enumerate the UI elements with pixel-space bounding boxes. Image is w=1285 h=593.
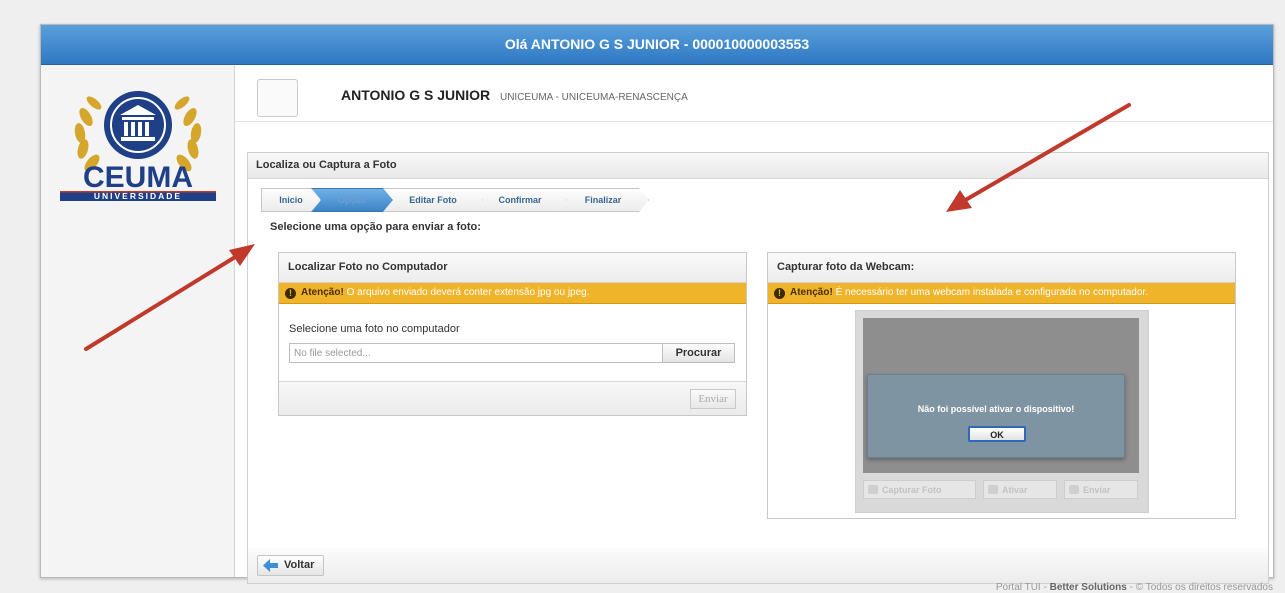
user-header: ANTONIO G S JUNIOR UNICEUMA - UNICEUMA-R… — [235, 65, 1273, 122]
choose-option-label: Selecione uma opção para enviar a foto: — [270, 221, 481, 233]
back-button[interactable]: Voltar — [257, 555, 324, 576]
webcam-widget: Não foi possível ativar o dispositivo! O… — [855, 310, 1149, 513]
local-panel-title: Localizar Foto no Computador — [279, 253, 746, 283]
file-input[interactable]: No file selected... — [289, 343, 662, 363]
webcam-panel-title: Capturar foto da Webcam: — [768, 253, 1235, 283]
photo-card: Localiza ou Captura a Foto Inicio Opção … — [247, 152, 1269, 550]
step-editar-foto[interactable]: Editar Foto — [383, 188, 483, 212]
local-panel-footer: Enviar — [279, 381, 746, 415]
local-warning: ! Atenção! O arquivo enviado deverá conte… — [279, 283, 746, 304]
activate-button: Ativar — [983, 480, 1057, 499]
main-content: ANTONIO G S JUNIOR UNICEUMA - UNICEUMA-R… — [235, 65, 1273, 584]
step-confirmar[interactable]: Confirmar — [473, 188, 567, 212]
webcam-warning: ! Atenção! É necessário ter uma webcam in… — [768, 283, 1235, 304]
ceuma-logo: CEUMA UNIVERSIDADE — [60, 91, 216, 201]
webcam-send-button: Enviar — [1064, 480, 1138, 499]
send-button[interactable]: Enviar — [690, 389, 736, 409]
send-icon — [1069, 485, 1079, 494]
activate-icon — [988, 485, 998, 494]
error-dialog: Não foi possível ativar o dispositivo! O… — [867, 374, 1125, 458]
step-inicio[interactable]: Inicio — [261, 188, 321, 212]
webcam-view: Não foi possível ativar o dispositivo! O… — [863, 318, 1139, 473]
warning-icon: ! — [285, 288, 296, 299]
dialog-message: Não foi possível ativar o dispositivo! — [917, 404, 1075, 414]
browse-button[interactable]: Procurar — [662, 343, 735, 363]
app-window: Olá ANTONIO G S JUNIOR - 000010000003553 — [40, 24, 1274, 584]
card-title: Localiza ou Captura a Foto — [248, 153, 1268, 179]
local-photo-panel: Localizar Foto no Computador ! Atenção! O… — [278, 252, 747, 416]
ok-button[interactable]: OK — [968, 426, 1026, 442]
warning-icon: ! — [774, 288, 785, 299]
user-info: ANTONIO G S JUNIOR UNICEUMA - UNICEUMA-R… — [341, 87, 688, 103]
camera-icon — [868, 485, 878, 494]
bottom-bar: Voltar — [247, 548, 1269, 584]
user-name: ANTONIO G S JUNIOR — [341, 87, 491, 103]
step-opcao[interactable]: Opção — [311, 188, 393, 212]
logo-wordmark: CEUMA — [83, 161, 193, 194]
capture-photo-button: Capturar Foto — [863, 480, 976, 499]
greeting-bar: Olá ANTONIO G S JUNIOR - 000010000003553 — [41, 25, 1273, 65]
logo-subtitle: UNIVERSIDADE — [94, 191, 182, 201]
webcam-panel: Capturar foto da Webcam: ! Atenção! É nec… — [767, 252, 1236, 519]
step-finalizar[interactable]: Finalizar — [557, 188, 649, 212]
left-sidebar: CEUMA UNIVERSIDADE — [41, 65, 235, 577]
user-avatar — [257, 79, 298, 117]
footer: Portal TUI - Better Solutions - © Todos … — [995, 582, 1273, 593]
select-photo-label: Selecione uma foto no computador — [289, 323, 460, 335]
user-org: UNICEUMA - UNICEUMA-RENASCENÇA — [499, 92, 688, 103]
arrow-left-icon — [263, 559, 278, 572]
